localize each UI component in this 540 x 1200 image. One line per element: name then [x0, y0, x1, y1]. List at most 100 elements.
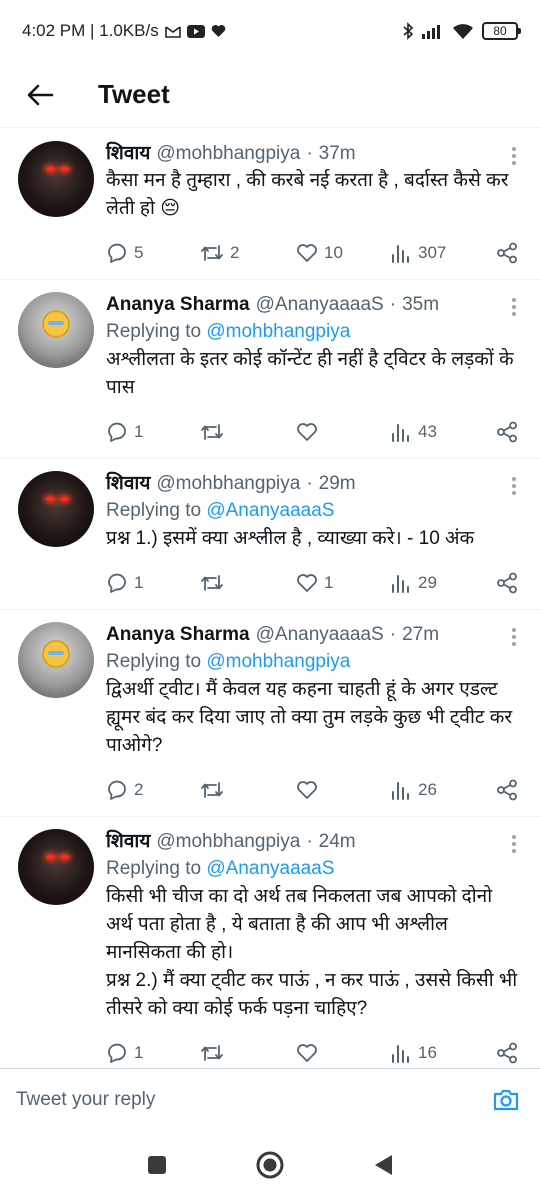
reply-button[interactable]: 1	[106, 421, 200, 443]
reply-input[interactable]	[16, 1088, 488, 1111]
views-icon	[392, 424, 409, 442]
user-handle[interactable]: @AnanyaaaaS	[256, 622, 384, 648]
avatar[interactable]	[18, 829, 94, 905]
heart-icon	[297, 423, 317, 441]
reply-button[interactable]: 1	[106, 1042, 200, 1064]
views-button[interactable]: 43	[390, 422, 484, 442]
view-count: 29	[418, 573, 437, 592]
retweet-button[interactable]	[200, 572, 296, 594]
tweet-actions: 1 43	[106, 406, 524, 458]
replying-to-link[interactable]: @mohbhangpiya	[206, 321, 350, 342]
gmail-icon	[164, 25, 181, 38]
tweet[interactable]: Ananya Sharma @AnanyaaaaS · 35m Replying…	[0, 280, 540, 459]
reply-count: 1	[134, 573, 144, 592]
reply-composer	[0, 1068, 540, 1130]
share-button[interactable]	[496, 1042, 518, 1064]
avatar[interactable]	[18, 292, 94, 368]
tweet-actions: 1 1 29	[106, 557, 524, 609]
views-button[interactable]: 29	[390, 573, 484, 593]
retweet-button[interactable]: 2	[200, 242, 296, 264]
more-options-button[interactable]	[512, 477, 518, 495]
views-button[interactable]: 307	[390, 243, 484, 263]
views-button[interactable]: 16	[390, 1043, 484, 1063]
reply-icon	[108, 573, 126, 593]
share-button[interactable]	[496, 572, 518, 594]
replying-to: Replying to @AnanyaaaaS	[106, 858, 335, 879]
share-button[interactable]	[496, 242, 518, 264]
display-name[interactable]: Ananya Sharma	[106, 292, 250, 318]
reply-icon	[108, 1043, 126, 1063]
reply-button[interactable]: 1	[106, 572, 200, 594]
view-count: 307	[418, 243, 447, 262]
camera-icon	[493, 1089, 519, 1110]
avatar[interactable]	[18, 141, 94, 217]
retweet-button[interactable]	[200, 779, 296, 801]
arrow-left-icon	[27, 84, 54, 105]
user-handle[interactable]: @mohbhangpiya	[156, 141, 300, 167]
replying-to-link[interactable]: @mohbhangpiya	[206, 651, 350, 672]
status-time-speed: 4:02 PM | 1.0KB/s	[22, 21, 159, 40]
tweet-text: अश्लीलता के इतर कोई कॉन्टेंट ही नहीं है …	[106, 349, 519, 398]
share-button[interactable]	[496, 421, 518, 443]
wifi-icon	[452, 23, 474, 39]
more-options-button[interactable]	[512, 298, 518, 316]
more-options-button[interactable]	[512, 628, 518, 646]
avatar[interactable]	[18, 622, 94, 698]
replying-to-link[interactable]: @AnanyaaaaS	[206, 500, 334, 521]
heart-icon	[297, 574, 317, 592]
triangle-back-icon	[375, 1155, 393, 1175]
like-button[interactable]: 10	[296, 243, 390, 263]
display-name[interactable]: शिवाय	[106, 829, 150, 855]
user-handle[interactable]: @AnanyaaaaS	[256, 292, 384, 318]
share-icon	[497, 572, 517, 594]
more-options-button[interactable]	[512, 147, 518, 165]
reply-thread[interactable]: शिवाय @mohbhangpiya · 37m कैसा मन है तुम…	[0, 129, 540, 1068]
display-name[interactable]: शिवाय	[106, 141, 150, 167]
share-icon	[497, 242, 517, 264]
reply-count: 5	[134, 243, 144, 262]
avatar[interactable]	[18, 471, 94, 547]
recents-button[interactable]	[135, 1143, 179, 1187]
tweet-text: किसी भी चीज का दो अर्थ तब निकलता जब आपको…	[106, 886, 518, 1019]
retweet-icon	[201, 245, 223, 261]
like-button[interactable]: 1	[296, 573, 390, 593]
home-button[interactable]	[248, 1143, 292, 1187]
more-options-button[interactable]	[512, 835, 518, 853]
system-navigation-bar	[0, 1130, 540, 1200]
tweet-text: कैसा मन है तुम्हारा , की करबे नई करता है…	[106, 170, 514, 219]
tweet[interactable]: शिवाय @mohbhangpiya · 37m कैसा मन है तुम…	[0, 129, 540, 280]
retweet-button[interactable]	[200, 1042, 296, 1064]
tweet-actions: 1 16	[106, 1027, 524, 1068]
retweet-button[interactable]	[200, 421, 296, 443]
reply-count: 2	[134, 780, 144, 799]
user-handle[interactable]: @mohbhangpiya	[156, 829, 300, 855]
display-name[interactable]: Ananya Sharma	[106, 622, 250, 648]
retweet-icon	[201, 575, 223, 591]
replying-to-link[interactable]: @AnanyaaaaS	[206, 858, 334, 879]
views-button[interactable]: 26	[390, 780, 484, 800]
view-count: 43	[418, 422, 437, 441]
like-button[interactable]	[296, 422, 390, 442]
tweet[interactable]: Ananya Sharma @AnanyaaaaS · 27m Replying…	[0, 610, 540, 817]
back-button[interactable]	[20, 75, 60, 115]
share-icon	[497, 421, 517, 443]
views-icon	[392, 575, 409, 593]
user-handle[interactable]: @mohbhangpiya	[156, 471, 300, 497]
reply-icon	[108, 422, 126, 442]
display-name[interactable]: शिवाय	[106, 471, 150, 497]
retweet-icon	[201, 782, 223, 798]
tweet[interactable]: शिवाय @mohbhangpiya · 24m Replying to @A…	[0, 817, 540, 1068]
like-button[interactable]	[296, 780, 390, 800]
reply-count: 1	[134, 422, 144, 441]
share-button[interactable]	[496, 779, 518, 801]
reply-button[interactable]: 2	[106, 779, 200, 801]
tweet-time: 24m	[318, 831, 356, 852]
tweet-text: द्विअर्थी ट्वीट। मैं केवल यह कहना चाहती …	[106, 679, 518, 756]
reply-button[interactable]: 5	[106, 242, 200, 264]
status-right: 80	[403, 22, 521, 40]
like-button[interactable]	[296, 1043, 390, 1063]
back-nav-button[interactable]	[361, 1143, 405, 1187]
tweet[interactable]: शिवाय @mohbhangpiya · 29m Replying to @A…	[0, 459, 540, 610]
tweet-actions: 2 26	[106, 764, 524, 816]
camera-button[interactable]	[488, 1082, 524, 1118]
